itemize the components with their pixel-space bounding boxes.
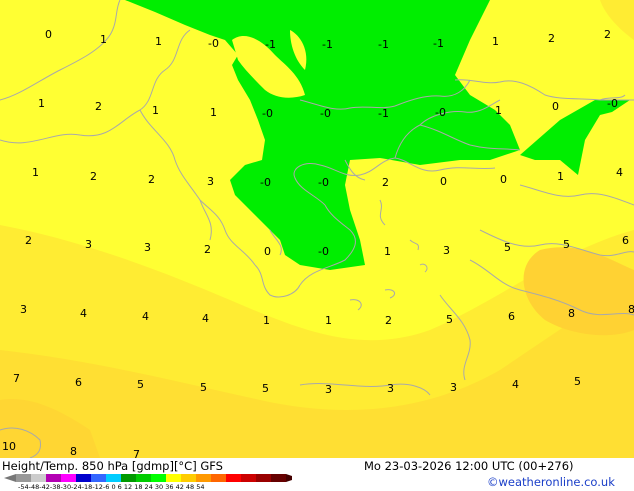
temp-label: -1	[378, 107, 389, 120]
scale-swatch	[16, 474, 31, 482]
temp-label: -1	[433, 37, 444, 50]
temp-label: 1	[263, 314, 270, 327]
temp-label: -0	[318, 176, 329, 189]
temp-label: 0	[264, 245, 271, 258]
credit-link[interactable]: ©weatheronline.co.uk	[487, 475, 615, 489]
temp-label: 1	[325, 314, 332, 327]
temp-label: 4	[512, 378, 519, 391]
scale-swatch	[31, 474, 46, 482]
temp-label: 2	[204, 243, 211, 256]
scale-swatch	[121, 474, 136, 482]
scale-swatch	[226, 474, 241, 482]
temp-label: 10	[2, 440, 16, 453]
temp-label: 1	[32, 166, 39, 179]
scale-swatch	[181, 474, 196, 482]
temp-label: 3	[85, 238, 92, 251]
scale-swatch	[271, 474, 286, 482]
temp-label: 5	[504, 241, 511, 254]
temp-label: 8	[70, 445, 77, 458]
temp-label: 1	[38, 97, 45, 110]
temp-label: 1	[152, 104, 159, 117]
temp-label: 1	[384, 245, 391, 258]
temp-label: -0	[607, 97, 618, 110]
scale-swatch	[61, 474, 76, 482]
temp-label: 5	[262, 382, 269, 395]
temp-label: 1	[492, 35, 499, 48]
temp-label: 5	[137, 378, 144, 391]
scale-swatch	[196, 474, 211, 482]
temp-label: 0	[552, 100, 559, 113]
scale-arrow-right	[286, 474, 292, 482]
temp-label: 7	[133, 448, 140, 458]
valid-time: Mo 23-03-2026 12:00 UTC (00+276)	[364, 459, 574, 473]
temp-label: -0	[435, 106, 446, 119]
temp-label: -1	[322, 38, 333, 51]
temp-label: 0	[500, 173, 507, 186]
temp-label: 5	[563, 238, 570, 251]
temp-label: 2	[385, 314, 392, 327]
temp-label: 2	[382, 176, 389, 189]
scale-swatch	[166, 474, 181, 482]
temp-label: 1	[495, 104, 502, 117]
temp-label: 2	[604, 28, 611, 41]
scale-swatch	[256, 474, 271, 482]
temp-label: 6	[75, 376, 82, 389]
temp-label: 2	[90, 170, 97, 183]
scale-swatch	[241, 474, 256, 482]
temp-label: 8	[628, 303, 634, 316]
temp-label: -0	[208, 37, 219, 50]
scale-swatch	[151, 474, 166, 482]
weather-map: 0 1 1 -0 -1 -1 -1 -1 1 2 2 1 2 1 1 -0 -0…	[0, 0, 634, 458]
temp-label: -0	[318, 245, 329, 258]
temp-label: 3	[20, 303, 27, 316]
temp-label: 3	[387, 382, 394, 395]
footer: Height/Temp. 850 hPa [gdmp][°C] GFS Mo 2…	[0, 458, 634, 491]
scale-swatch	[46, 474, 61, 482]
scale-arrow-left	[4, 474, 16, 482]
temp-label: 3	[443, 244, 450, 257]
temp-label: -0	[320, 107, 331, 120]
scale-swatch	[211, 474, 226, 482]
temp-label: 2	[25, 234, 32, 247]
temp-label: 2	[95, 100, 102, 113]
temp-label: 4	[142, 310, 149, 323]
temp-label: 1	[155, 35, 162, 48]
temp-label: 5	[200, 381, 207, 394]
temp-label: -1	[265, 38, 276, 51]
temp-label: 5	[446, 313, 453, 326]
temp-label: 3	[325, 383, 332, 396]
temp-label: 3	[207, 175, 214, 188]
map-canvas: 0 1 1 -0 -1 -1 -1 -1 1 2 2 1 2 1 1 -0 -0…	[0, 0, 634, 458]
scale-swatch	[106, 474, 121, 482]
temp-label: 2	[548, 32, 555, 45]
temp-label: 1	[210, 106, 217, 119]
temp-label: -0	[262, 107, 273, 120]
temp-label: 0	[45, 28, 52, 41]
temp-label: 8	[568, 307, 575, 320]
product-title: Height/Temp. 850 hPa [gdmp][°C] GFS	[2, 459, 223, 473]
temp-label: 4	[80, 307, 87, 320]
temp-label: 1	[557, 170, 564, 183]
scale-swatch	[76, 474, 91, 482]
temp-label: 6	[622, 234, 629, 247]
scale-swatch	[136, 474, 151, 482]
temp-label: 6	[508, 310, 515, 323]
temp-label: 5	[574, 375, 581, 388]
temp-label: 0	[440, 175, 447, 188]
temp-label: 4	[616, 166, 623, 179]
temp-label: -1	[378, 38, 389, 51]
temp-label: 4	[202, 312, 209, 325]
temp-label: 3	[450, 381, 457, 394]
temp-label: 2	[148, 173, 155, 186]
temp-label: 7	[13, 372, 20, 385]
temp-label: 3	[144, 241, 151, 254]
temp-label: -0	[260, 176, 271, 189]
scale-swatch	[91, 474, 106, 482]
temp-label: 1	[100, 33, 107, 46]
